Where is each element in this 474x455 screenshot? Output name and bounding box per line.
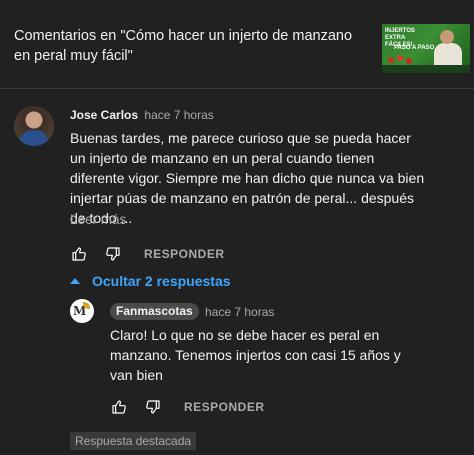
avatar[interactable] (14, 106, 54, 146)
comments-header: Comentarios en "Cómo hacer un injerto de… (0, 0, 474, 89)
reply-button[interactable]: RESPONDER (184, 400, 265, 414)
reply-button[interactable]: RESPONDER (144, 247, 225, 261)
dislike-icon[interactable] (144, 399, 162, 415)
reply-author[interactable]: Fanmascotas (110, 303, 199, 320)
thumbnail-text-2: PASO A PASO (394, 45, 435, 51)
featured-reply-badge: Respuesta destacada (70, 432, 197, 450)
hide-replies-button[interactable]: Ocultar 2 respuestas (70, 273, 231, 289)
hide-replies-label: Ocultar 2 respuestas (92, 273, 231, 289)
comment-header: Jose Carlos hace 7 horas (70, 108, 214, 122)
chevron-up-icon (70, 278, 80, 284)
dislike-icon[interactable] (104, 246, 122, 262)
comment-time[interactable]: hace 7 horas (144, 108, 213, 122)
reply-avatar[interactable]: M (70, 299, 94, 323)
video-thumbnail[interactable]: INJERTOS EXTRA FÁCILES! PASO A PASO (382, 24, 470, 73)
comments-title: Comentarios en "Cómo hacer un injerto de… (14, 28, 353, 64)
reply-actions: RESPONDER (110, 399, 265, 415)
reply-text: Claro! Lo que no se debe hacer es peral … (110, 327, 401, 383)
like-icon[interactable] (110, 399, 128, 415)
comment-author[interactable]: Jose Carlos (70, 108, 138, 122)
like-icon[interactable] (70, 246, 88, 262)
reply-time[interactable]: hace 7 horas (205, 305, 274, 319)
comment-actions: RESPONDER (70, 246, 225, 262)
read-more-button[interactable]: Leer más (70, 212, 126, 227)
